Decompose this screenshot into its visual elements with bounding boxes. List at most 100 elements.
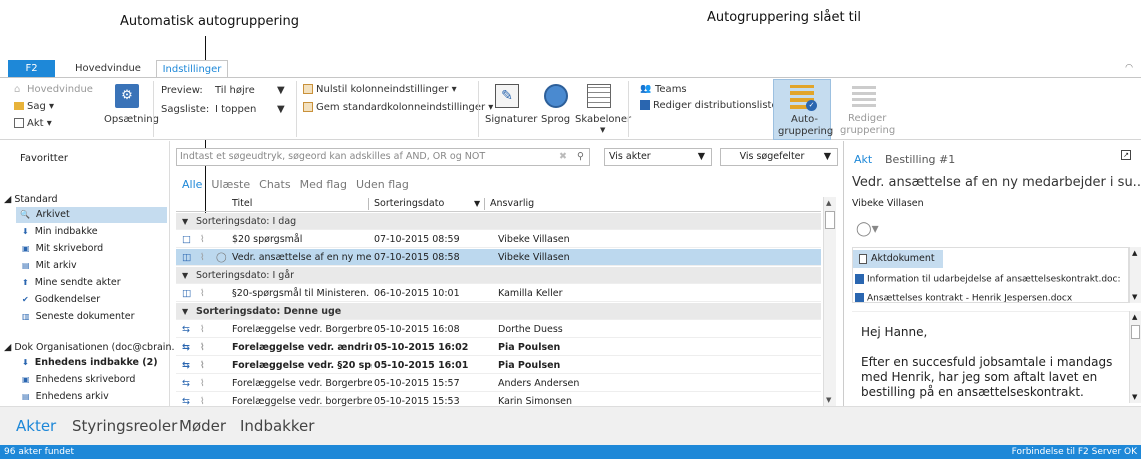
show-documents-dropdown[interactable]: Vis akter ▼ bbox=[604, 148, 712, 166]
column-title[interactable]: Titel bbox=[232, 197, 252, 211]
sidebar-item[interactable]: ⬇ Enhedens indbakke (2) bbox=[18, 355, 187, 371]
filter-tab[interactable]: Med flag bbox=[300, 178, 347, 191]
nav-item[interactable]: Møder bbox=[179, 417, 226, 435]
tab-akt[interactable]: Akt bbox=[854, 153, 872, 166]
list-scrollbar[interactable]: ▲ ▼ bbox=[823, 197, 836, 406]
attachments-scrollbar[interactable]: ▲ ▼ bbox=[1129, 247, 1141, 303]
row-owner: Vibeke Villasen bbox=[498, 234, 570, 245]
filter-tab[interactable]: Alle bbox=[182, 178, 202, 191]
preview-sender: Vibeke Villasen bbox=[852, 198, 924, 209]
search-icon[interactable]: ⚲ bbox=[577, 149, 584, 165]
table-icon bbox=[303, 84, 313, 94]
nav-item[interactable]: Indbakker bbox=[240, 417, 314, 435]
aktdokument-item[interactable]: Aktdokument bbox=[853, 250, 943, 268]
sidebar-item-icon: ▤ bbox=[22, 261, 30, 270]
search-input[interactable]: Indtast et søgeudtryk, søgeord kan adski… bbox=[176, 148, 590, 166]
document-icon bbox=[14, 118, 24, 128]
collapse-ribbon-icon[interactable]: ◠ bbox=[1125, 63, 1133, 73]
table-row[interactable]: ⇆ ⌇ Forelæggelse vedr. Borgerbrev 544...05… bbox=[176, 375, 821, 392]
sidebar-item-icon: ⬇ bbox=[22, 358, 29, 367]
expand-icon[interactable]: ▼ bbox=[182, 267, 188, 284]
template-icon bbox=[587, 84, 611, 108]
standard-group[interactable]: ◢ Standard bbox=[4, 192, 173, 208]
scroll-down-icon[interactable]: ▼ bbox=[1132, 293, 1137, 301]
attachment-item[interactable]: Ansættelses kontrakt - Henrik Jespersen.… bbox=[855, 293, 1072, 302]
sidebar-item[interactable]: ⬇ Min indbakke bbox=[18, 224, 187, 240]
scroll-down-icon[interactable]: ▼ bbox=[1132, 393, 1137, 401]
doc-type-icon: ⇆ bbox=[182, 378, 190, 389]
save-columns-button[interactable]: Gem standardkolonneindstillinger ▾ bbox=[303, 102, 493, 113]
table-row[interactable]: ⇆ ⌇ Forelæggelse vedr. §20 spørgsmål05-10-… bbox=[176, 357, 821, 374]
teams-button[interactable]: 👥 Teams bbox=[640, 84, 687, 95]
autogrouping-button[interactable]: ✓ Auto- gruppering bbox=[773, 79, 833, 140]
attachment-item[interactable]: Information til udarbejdelse af ansættel… bbox=[855, 274, 1121, 285]
group-header[interactable]: ▼ Sorteringsdato: Denne uge bbox=[176, 303, 821, 320]
sidebar-item[interactable]: ✔ Godkendelser bbox=[18, 292, 187, 308]
scroll-down-icon[interactable]: ▼ bbox=[826, 396, 831, 404]
comment-icon[interactable]: ◯▾ bbox=[856, 221, 879, 237]
group-header[interactable]: ▼ Sorteringsdato: I går bbox=[176, 267, 821, 284]
globe-icon bbox=[544, 84, 568, 108]
sidebar-item[interactable]: ▣ Enhedens skrivebord bbox=[18, 372, 187, 388]
home-icon: ⌂ bbox=[14, 84, 21, 95]
attachment-icon: ⌇ bbox=[200, 360, 205, 371]
scroll-up-icon[interactable]: ▲ bbox=[1132, 249, 1137, 257]
expand-icon[interactable]: ▼ bbox=[182, 303, 188, 320]
table-row[interactable]: ◫ ⌇ ◯ Vedr. ansættelse af en ny medarbej...… bbox=[176, 249, 821, 266]
column-sortdate[interactable]: Sorteringsdato bbox=[374, 197, 444, 211]
show-search-fields-dropdown[interactable]: Vis søgefelter ▼ bbox=[720, 148, 838, 166]
favorites-header: Favoritter bbox=[20, 153, 68, 164]
document-list-pane: Indtast et søgeudtryk, søgeord kan adski… bbox=[172, 141, 840, 410]
akt-button[interactable]: Akt ▾ bbox=[14, 118, 52, 129]
sidebar-item[interactable]: ▤ Enhedens arkiv bbox=[18, 389, 187, 405]
tab-main-window[interactable]: Hovedvindue bbox=[65, 60, 151, 78]
scroll-up-icon[interactable]: ▲ bbox=[826, 199, 831, 207]
preview-label: Preview: bbox=[161, 85, 203, 96]
group-header[interactable]: ▼ Sorteringsdato: I dag bbox=[176, 213, 821, 230]
table-icon bbox=[303, 102, 313, 112]
settings-icon: ⚙ bbox=[115, 84, 139, 108]
sidebar-item[interactable]: ▤ Mit arkiv bbox=[18, 258, 187, 274]
reset-columns-button[interactable]: Nulstil kolonneindstillinger ▾ bbox=[303, 84, 457, 95]
sidebar-item[interactable]: ▥ Seneste dokumenter bbox=[18, 309, 187, 325]
table-row[interactable]: ⇆ ⌇ Forelæggelse vedr. ændring i pr...05-1… bbox=[176, 339, 821, 356]
navigation-pane: Favoritter ◢ Standard 🔍 Arkivet ⬇ Min indba… bbox=[0, 141, 175, 406]
sidebar-item-label: Mit arkiv bbox=[35, 260, 77, 271]
scroll-thumb[interactable] bbox=[1131, 325, 1140, 339]
ribbon: ⌂ Hovedvindue Sag ▾ Akt ▾ ⚙ Opsætning Pre… bbox=[0, 77, 1141, 140]
scroll-thumb[interactable] bbox=[825, 211, 835, 229]
filter-tab[interactable]: Chats bbox=[259, 178, 290, 191]
tab-f2[interactable]: F2 bbox=[8, 60, 55, 78]
nav-item[interactable]: Styringsreoler bbox=[72, 417, 177, 435]
tab-settings[interactable]: Indstillinger bbox=[156, 60, 228, 78]
filter-tab[interactable]: Ulæste bbox=[211, 178, 250, 191]
filter-tab[interactable]: Uden flag bbox=[356, 178, 409, 191]
table-row[interactable]: □ ⌇ $20 spørgsmål 07-10-2015 08:59 Vibeke Vi… bbox=[176, 231, 821, 248]
table-row[interactable]: ⇆ ⌇ Forelæggelse vedr. Borgerbrev 544...05… bbox=[176, 321, 821, 338]
sagsliste-dropdown[interactable]: I toppen ▼ bbox=[215, 104, 290, 115]
doc-type-icon: ◫ bbox=[182, 288, 191, 299]
row-date: 06-10-2015 10:01 bbox=[374, 288, 460, 299]
sidebar-item[interactable]: ⬆ Mine sendte akter bbox=[18, 275, 187, 291]
edit-distribution-lists-button[interactable]: Rediger distributionslister bbox=[640, 100, 782, 111]
sag-button[interactable]: Sag ▾ bbox=[14, 101, 54, 112]
column-responsible[interactable]: Ansvarlig bbox=[490, 197, 534, 211]
preview-dropdown[interactable]: Til højre ▼ bbox=[215, 85, 290, 96]
tab-bestilling[interactable]: Bestilling #1 bbox=[885, 153, 955, 166]
sidebar-item-label: Enhedens arkiv bbox=[35, 391, 109, 402]
row-date: 07-10-2015 08:59 bbox=[374, 234, 460, 245]
sidebar-item[interactable]: ▣ Mit skrivebord bbox=[18, 241, 187, 257]
body-scrollbar[interactable]: ▲ ▼ bbox=[1129, 311, 1141, 403]
table-row[interactable]: ◫ ⌇ §20-spørgsmål til Ministeren. 06-10-201… bbox=[176, 285, 821, 302]
chevron-down-icon: ▼ bbox=[277, 85, 285, 96]
clear-icon[interactable]: ✖ bbox=[559, 149, 567, 165]
sidebar-item[interactable]: 🔍 Arkivet bbox=[16, 207, 167, 223]
popout-icon[interactable]: ↗ bbox=[1121, 150, 1131, 160]
list-icon bbox=[640, 100, 650, 110]
nav-item[interactable]: Akter bbox=[16, 417, 56, 435]
org-group[interactable]: ◢ Dok Organisationen (doc@cbrain. bbox=[4, 340, 175, 356]
expand-icon[interactable]: ▼ bbox=[182, 213, 188, 230]
doc-type-icon: ⇆ bbox=[182, 324, 190, 335]
hovedvindue-button[interactable]: ⌂ Hovedvindue bbox=[14, 84, 93, 95]
scroll-up-icon[interactable]: ▲ bbox=[1132, 313, 1137, 321]
